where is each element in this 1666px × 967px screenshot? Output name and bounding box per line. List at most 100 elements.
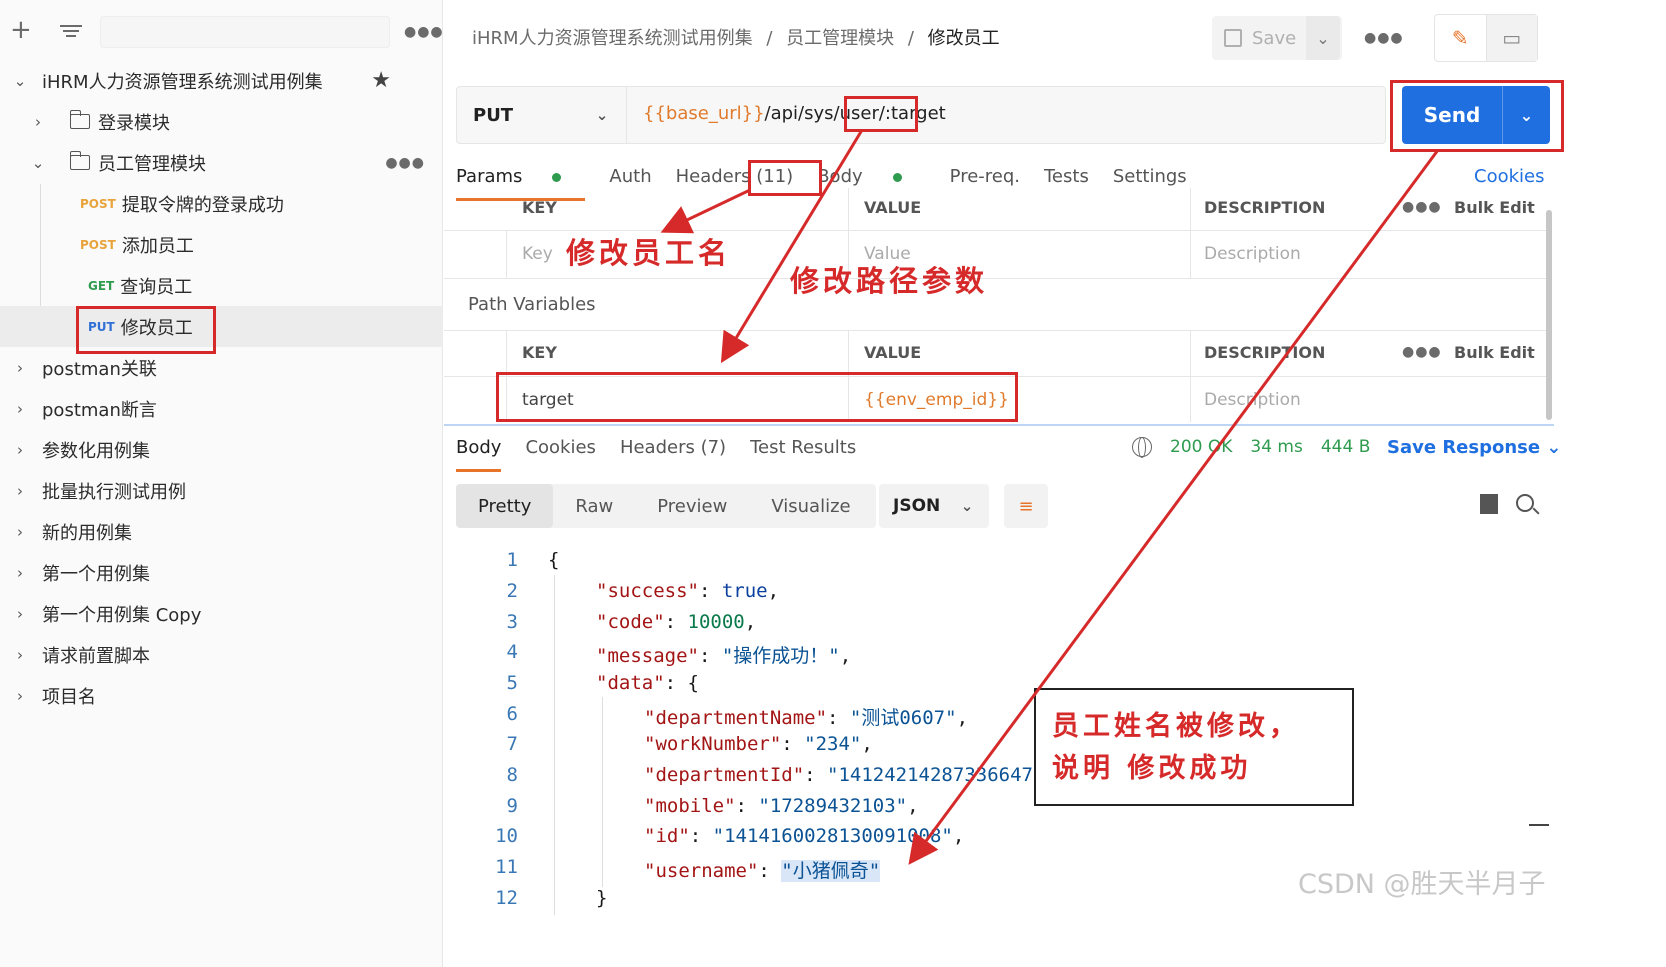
line-number: 1: [506, 549, 518, 571]
divider: [1190, 188, 1191, 278]
tab-response-body[interactable]: Body: [456, 437, 502, 472]
save-label: Save: [1252, 27, 1297, 49]
chevron-down-icon[interactable]: ⌄: [12, 72, 28, 90]
more-icon[interactable]: ●●●: [385, 155, 425, 171]
response-time[interactable]: 34 ms: [1250, 437, 1302, 457]
code-line: {: [548, 549, 560, 571]
chevron-right-icon[interactable]: ›: [12, 482, 28, 500]
request-row[interactable]: POST 提取令牌的登录成功: [0, 183, 443, 224]
tab-response-cookies[interactable]: Cookies: [525, 437, 595, 458]
annotation-text: 说明 修改成功: [1052, 753, 1252, 784]
tab-test-results[interactable]: Test Results: [750, 437, 856, 458]
more-icon[interactable]: ●●●: [404, 24, 444, 40]
collection-row[interactable]: › 批量执行测试用例: [0, 470, 443, 511]
collection-row[interactable]: › 第一个用例集 Copy: [0, 593, 443, 634]
indent-guide: [602, 697, 603, 887]
line-number: 12: [495, 887, 518, 909]
chevron-right-icon[interactable]: ›: [30, 113, 46, 131]
response-status: 200 OK 34 ms 444 B: [1132, 437, 1388, 458]
pencil-icon[interactable]: ✎: [1435, 15, 1487, 61]
method-badge: POST: [80, 237, 116, 252]
request-row[interactable]: POST 添加员工: [0, 224, 443, 265]
chevron-right-icon[interactable]: ›: [12, 646, 28, 664]
collection-row[interactable]: ⌄ iHRM人力资源管理系统测试用例集 ★: [0, 60, 443, 101]
tab-label: Params: [456, 166, 523, 187]
view-toggle: ✎ ▭: [1434, 14, 1538, 62]
filter-icon[interactable]: [60, 22, 82, 40]
collection-name: 请求前置脚本: [42, 645, 150, 667]
breadcrumb-collection[interactable]: iHRM人力资源管理系统测试用例集: [472, 28, 753, 49]
chevron-down-icon[interactable]: ⌄: [30, 154, 46, 172]
col-key: KEY: [522, 342, 557, 362]
chevron-right-icon[interactable]: ›: [12, 400, 28, 418]
folder-row[interactable]: ⌄ 员工管理模块 ●●●: [0, 142, 443, 183]
chevron-down-icon: ⌄: [595, 106, 609, 124]
view-visualize[interactable]: Visualize: [749, 484, 872, 528]
more-icon[interactable]: ●●●: [1386, 188, 1442, 226]
chevron-right-icon[interactable]: ›: [12, 605, 28, 623]
view-preview[interactable]: Preview: [635, 484, 749, 528]
chevron-right-icon[interactable]: ›: [12, 564, 28, 582]
tab-prereq[interactable]: Pre-req.: [950, 166, 1020, 187]
collection-row[interactable]: › 请求前置脚本: [0, 634, 443, 675]
code-line: "departmentId": "1412421428733664768",: [644, 764, 1079, 786]
sidebar-search-input[interactable]: [100, 16, 390, 48]
sidebar-toolbar: + ●●●: [0, 8, 443, 56]
highlight-box: [496, 372, 1018, 422]
view-pretty[interactable]: Pretty: [456, 484, 554, 528]
divider: [506, 230, 507, 278]
save-response-label: Save Response: [1387, 437, 1541, 458]
request-row-selected[interactable]: PUT 修改员工: [0, 306, 443, 347]
path-var-description[interactable]: Description: [1188, 378, 1301, 422]
annotation-text: 修改员工名: [566, 236, 732, 270]
status-code[interactable]: 200 OK: [1170, 437, 1232, 457]
globe-icon[interactable]: [1132, 437, 1152, 458]
description-input[interactable]: Description: [1188, 232, 1301, 276]
bulk-edit-button[interactable]: Bulk Edit: [1438, 330, 1535, 374]
more-icon[interactable]: ●●●: [1364, 30, 1404, 46]
comment-icon[interactable]: ▭: [1486, 15, 1537, 61]
request-row[interactable]: GET 查询员工: [0, 265, 443, 306]
tab-auth[interactable]: Auth: [609, 166, 651, 187]
col-description: DESCRIPTION: [1204, 342, 1326, 362]
bulk-edit-button[interactable]: Bulk Edit: [1438, 188, 1535, 226]
plus-icon[interactable]: +: [10, 17, 32, 43]
save-dropdown-button[interactable]: ⌄: [1306, 16, 1340, 60]
tab-params[interactable]: Params: [456, 166, 586, 201]
tab-body[interactable]: Body: [817, 166, 925, 187]
key-input[interactable]: Key: [506, 232, 553, 276]
response-size[interactable]: 444 B: [1321, 437, 1371, 457]
chevron-right-icon[interactable]: ›: [12, 687, 28, 705]
format-select[interactable]: JSON ⌄: [879, 484, 989, 528]
star-icon[interactable]: ★: [371, 68, 391, 93]
more-icon[interactable]: ●●●: [1386, 330, 1442, 374]
code-line: "mobile": "17289432103",: [644, 795, 919, 817]
collection-row[interactable]: › postman断言: [0, 388, 443, 429]
pane-divider[interactable]: [444, 424, 1554, 426]
breadcrumb-request: 修改员工: [927, 28, 1000, 49]
view-raw[interactable]: Raw: [553, 484, 635, 528]
collection-row[interactable]: › 新的用例集: [0, 511, 443, 552]
collection-row[interactable]: › 参数化用例集: [0, 429, 443, 470]
wrap-lines-icon[interactable]: ≡: [1004, 484, 1048, 528]
chevron-right-icon[interactable]: ›: [12, 441, 28, 459]
chevron-right-icon[interactable]: ›: [12, 523, 28, 541]
folder-row[interactable]: › 登录模块: [0, 101, 443, 142]
tab-tests[interactable]: Tests: [1044, 166, 1089, 187]
tab-response-headers[interactable]: Headers (7): [620, 437, 726, 458]
scrollbar[interactable]: [1546, 210, 1552, 420]
breadcrumb-folder[interactable]: 员工管理模块: [786, 28, 894, 49]
cookies-link[interactable]: Cookies: [1474, 166, 1544, 187]
search-icon[interactable]: [1516, 494, 1534, 512]
chevron-right-icon[interactable]: ›: [12, 359, 28, 377]
collection-row[interactable]: › 第一个用例集: [0, 552, 443, 593]
collection-row[interactable]: › 项目名: [0, 675, 443, 716]
method-select[interactable]: PUT ⌄: [457, 87, 627, 143]
copy-icon[interactable]: [1480, 494, 1498, 514]
tab-settings[interactable]: Settings: [1113, 166, 1187, 187]
code-line: "success": true,: [596, 580, 780, 602]
collection-row[interactable]: › postman关联: [0, 347, 443, 388]
save-response-button[interactable]: Save Response ⌄: [1387, 437, 1561, 458]
line-number: 6: [506, 703, 518, 725]
collection-name: postman关联: [42, 358, 157, 380]
